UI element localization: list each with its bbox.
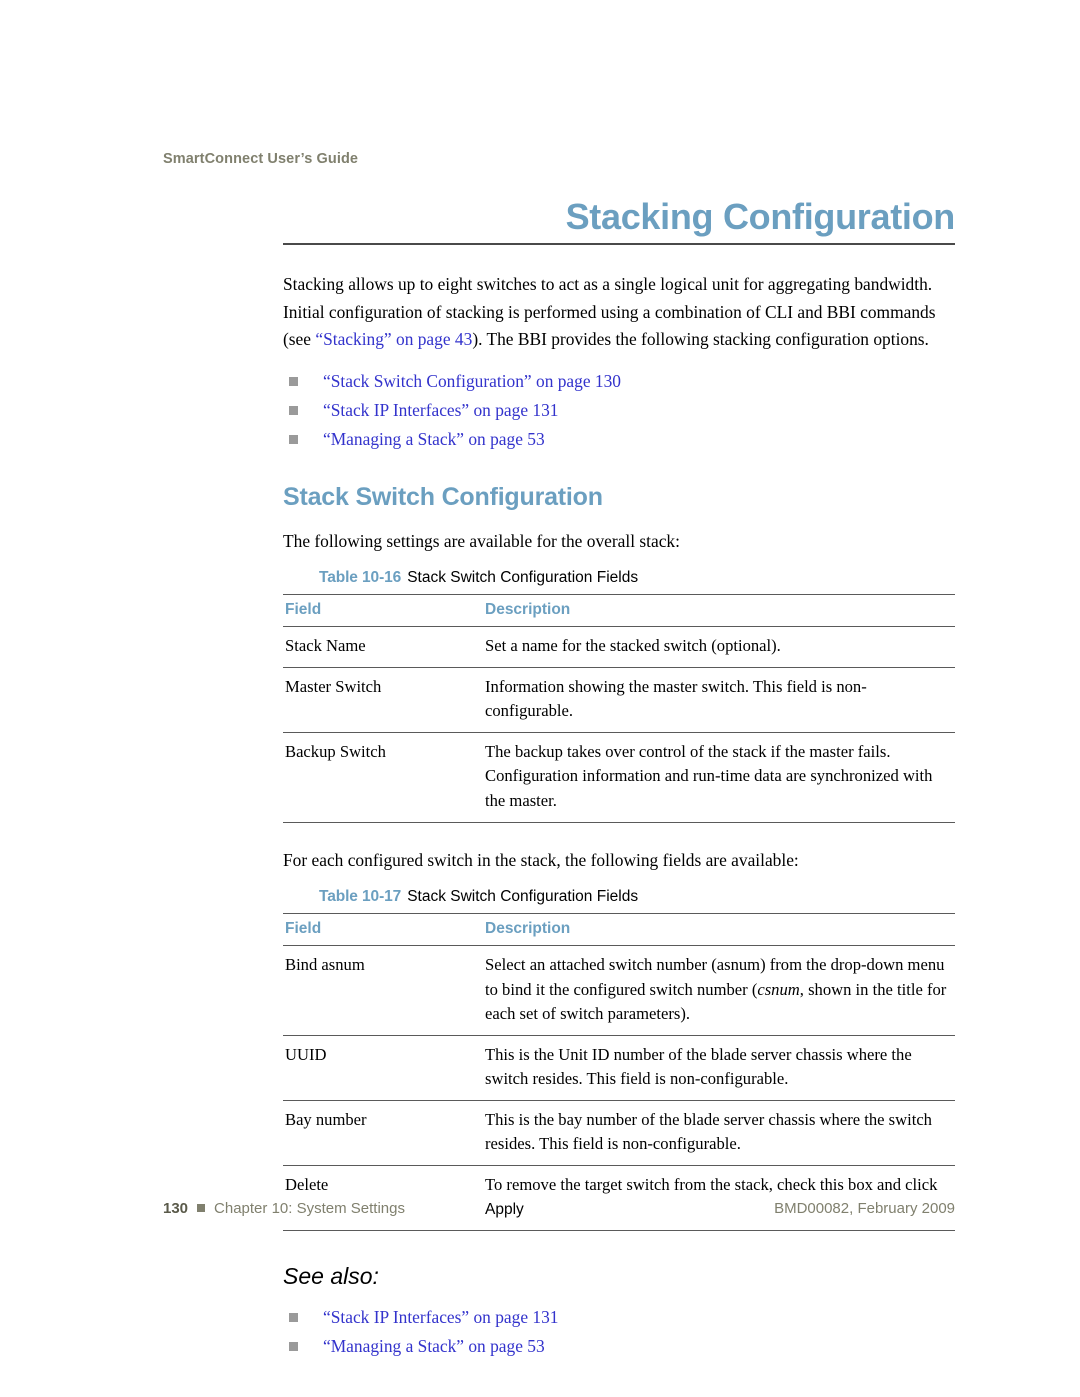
table-header-row: Field Description [283, 913, 955, 947]
column-header-field: Field [283, 594, 483, 628]
desc-italic-term: csnum [757, 979, 800, 999]
see-also-link-label[interactable]: “Stack IP Interfaces” on page 131 [323, 1307, 558, 1327]
table-header-row: Field Description [283, 594, 955, 628]
table-label: Stack Switch Configuration Fields [407, 569, 639, 587]
table-block-10-17: Table 10-17 Stack Switch Configuration Fi… [283, 888, 955, 1232]
running-header: SmartConnect User’s Guide [163, 151, 359, 167]
see-also-link-list: “Stack IP Interfaces” on page 131 “Manag… [283, 1304, 955, 1360]
table-stack-switch-configuration-overall: Field Description Stack Name Set a name … [283, 594, 955, 823]
toc-link-label[interactable]: “Managing a Stack” on page 53 [323, 429, 545, 449]
desc-pre: To remove the target switch from the sta… [485, 1174, 938, 1194]
table-row: Bind asnum Select an attached switch num… [283, 945, 955, 1036]
intro-cross-reference-link[interactable]: “Stacking” on page 43 [315, 329, 472, 349]
table-row: Stack Name Set a name for the stacked sw… [283, 626, 955, 668]
column-header-description: Description [483, 913, 955, 947]
footer-document-id: BMD00082, February 2009 [774, 1200, 955, 1217]
desc-pre: This is the bay number of the blade serv… [485, 1109, 932, 1154]
table-caption: Table 10-16 Stack Switch Configuration Fi… [319, 569, 955, 587]
table-row: UUID This is the Unit ID number of the b… [283, 1035, 955, 1101]
cell-field: UUID [283, 1035, 483, 1101]
toc-link-label[interactable]: “Stack IP Interfaces” on page 131 [323, 400, 558, 420]
cell-field: Delete [283, 1165, 483, 1232]
table-block-10-16: Table 10-16 Stack Switch Configuration Fi… [283, 569, 955, 823]
cell-field: Stack Name [283, 626, 483, 668]
table-row: Bay number This is the bay number of the… [283, 1100, 955, 1166]
table-number: Table 10-17 [319, 888, 402, 906]
toc-link-label[interactable]: “Stack Switch Configuration” on page 130 [323, 371, 621, 391]
list-item[interactable]: “Stack IP Interfaces” on page 131 [283, 1304, 955, 1331]
list-item[interactable]: “Stack Switch Configuration” on page 130 [283, 368, 955, 395]
cell-field: Bind asnum [283, 945, 483, 1036]
title-rule [283, 243, 955, 246]
see-also-heading: See also: [283, 1263, 379, 1290]
table-caption: Table 10-17 Stack Switch Configuration Fi… [319, 888, 955, 906]
section-lead-in-text: The following settings are available for… [283, 530, 680, 551]
square-bullet-icon [289, 1342, 298, 1352]
table-number: Table 10-16 [319, 569, 402, 587]
table-row: Master Switch Information showing the ma… [283, 667, 955, 733]
column-header-description: Description [483, 594, 955, 628]
page-content: Stacking Configuration Stacking allows u… [283, 196, 955, 1362]
table-label: Stack Switch Configuration Fields [407, 888, 639, 906]
list-item[interactable]: “Stack IP Interfaces” on page 131 [283, 397, 955, 424]
table-row: Delete To remove the target switch from … [283, 1165, 955, 1232]
toc-link-list: “Stack Switch Configuration” on page 130… [283, 368, 955, 453]
footer-page-number: 130 [163, 1200, 189, 1217]
table-stack-switch-configuration-per-switch: Field Description Bind asnum Select an a… [283, 913, 955, 1232]
square-bullet-icon [289, 405, 298, 415]
see-also-link-label[interactable]: “Managing a Stack” on page 53 [323, 1336, 545, 1356]
cell-description: This is the Unit ID number of the blade … [483, 1035, 955, 1101]
cell-description: Select an attached switch number (asnum)… [483, 945, 955, 1036]
cell-field: Bay number [283, 1100, 483, 1166]
cell-description: To remove the target switch from the sta… [483, 1165, 955, 1232]
footer-chapter-label: Chapter 10: System Settings [214, 1200, 405, 1217]
square-bullet-icon [197, 1204, 206, 1212]
column-header-field: Field [283, 913, 483, 947]
cell-field: Master Switch [283, 667, 483, 733]
square-bullet-icon [289, 434, 298, 444]
footer-left: 130 Chapter 10: System Settings [163, 1200, 405, 1217]
page-footer: 130 Chapter 10: System Settings BMD00082… [163, 1200, 955, 1217]
intro-paragraph: Stacking allows up to eight switches to … [283, 271, 955, 354]
cell-description: Information showing the master switch. T… [483, 667, 955, 733]
document-page: SmartConnect User’s Guide Stacking Confi… [0, 0, 1080, 1397]
cell-field: Backup Switch [283, 732, 483, 823]
section-heading-stack-switch-configuration: Stack Switch Configuration [283, 482, 603, 511]
cell-description: This is the bay number of the blade serv… [483, 1100, 955, 1166]
cell-description: Set a name for the stacked switch (optio… [483, 626, 955, 668]
page-title: Stacking Configuration [565, 196, 956, 237]
square-bullet-icon [289, 1313, 298, 1323]
list-item[interactable]: “Managing a Stack” on page 53 [283, 426, 955, 453]
table2-lead-in-text: For each configured switch in the stack,… [283, 849, 799, 870]
square-bullet-icon [289, 376, 298, 386]
table-row: Backup Switch The backup takes over cont… [283, 732, 955, 823]
list-item[interactable]: “Managing a Stack” on page 53 [283, 1333, 955, 1360]
cell-description: The backup takes over control of the sta… [483, 732, 955, 823]
intro-text-part2: ). The BBI provides the following stacki… [472, 329, 929, 350]
desc-pre: This is the Unit ID number of the blade … [485, 1044, 912, 1089]
